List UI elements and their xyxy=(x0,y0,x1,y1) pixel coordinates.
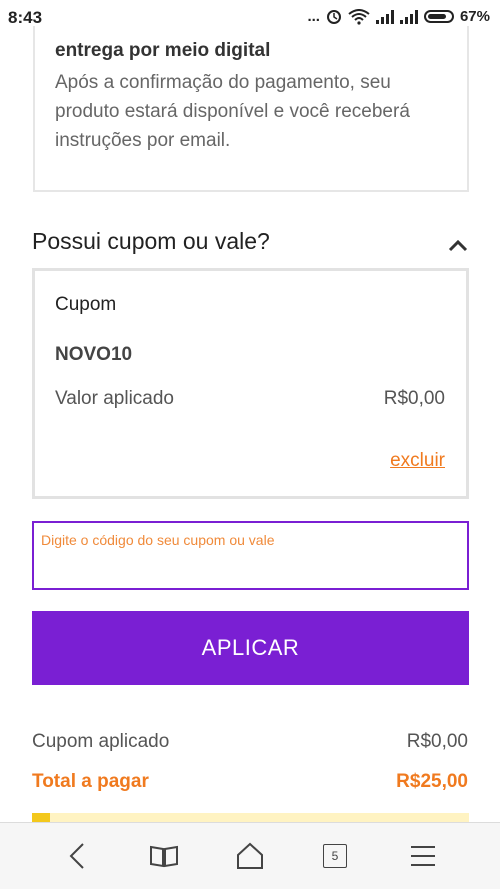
apply-button[interactable]: APLICAR xyxy=(32,611,469,685)
battery-icon xyxy=(423,10,454,23)
coupon-card-label: Cupom xyxy=(55,294,117,315)
coupon-code: NOVO10 xyxy=(55,344,133,365)
summary-coupon-value: R$0,00 xyxy=(406,731,468,752)
total-label: Total a pagar xyxy=(32,771,149,792)
back-button[interactable] xyxy=(62,841,92,871)
delivery-description: Após a confirmação do pagamento, seu pro… xyxy=(55,72,410,151)
chevron-up-icon[interactable] xyxy=(448,238,468,252)
tab-count: 5 xyxy=(323,844,347,868)
applied-value-label: Valor aplicado xyxy=(55,388,175,409)
delivery-title: entrega por meio digital xyxy=(55,40,271,61)
coupon-section-heading[interactable]: Possui cupom ou vale? xyxy=(32,228,270,255)
menu-button[interactable] xyxy=(408,841,438,871)
coupon-code-input[interactable] xyxy=(32,521,469,590)
remove-coupon-link[interactable]: excluir xyxy=(390,450,445,472)
home-icon xyxy=(237,842,263,869)
book-icon xyxy=(150,845,178,868)
home-button[interactable] xyxy=(233,841,267,871)
signal-2-icon xyxy=(399,9,418,24)
battery-percent: 67% xyxy=(459,8,490,25)
status-icons: ... 67% xyxy=(307,8,490,25)
more-dots-icon: ... xyxy=(307,8,320,25)
applied-value: R$0,00 xyxy=(383,388,445,409)
tabs-button[interactable]: 5 xyxy=(322,841,348,871)
signal-icon xyxy=(375,9,394,24)
bookmarks-button[interactable] xyxy=(148,841,180,871)
menu-icon xyxy=(411,846,435,866)
alarm-icon xyxy=(326,9,341,24)
wifi-icon xyxy=(348,8,370,25)
browser-bottom-bar: 5 xyxy=(0,822,500,889)
summary-coupon-label: Cupom aplicado xyxy=(32,731,170,752)
total-value: R$25,00 xyxy=(396,771,468,792)
back-arrow-icon xyxy=(69,843,84,869)
status-time: 8:43 xyxy=(8,8,43,27)
